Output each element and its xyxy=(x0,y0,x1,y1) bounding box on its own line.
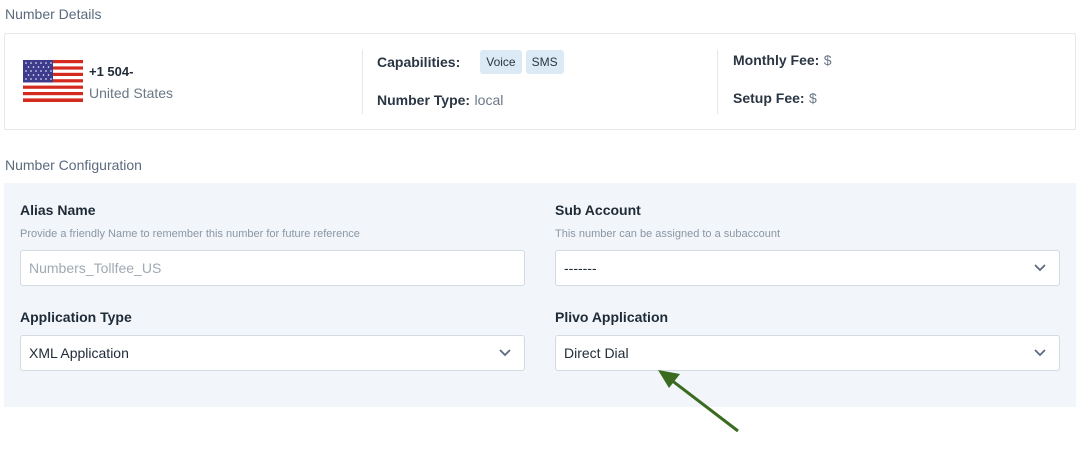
phone-number: +1 504- xyxy=(89,64,134,79)
setup-fee-value: $ xyxy=(809,90,817,106)
divider xyxy=(362,50,363,114)
chevron-down-icon xyxy=(499,349,511,357)
sub-account-help: This number can be assigned to a subacco… xyxy=(555,228,781,240)
number-type-row: Number Type: local xyxy=(377,92,503,110)
setup-fee-label: Setup Fee: xyxy=(733,90,805,106)
alias-name-placeholder: Numbers_Tollfee_US xyxy=(29,260,162,276)
monthly-fee-label: Monthly Fee: xyxy=(733,52,820,68)
monthly-fee-row: Monthly Fee: $ xyxy=(733,52,832,70)
sub-account-select[interactable]: ------- xyxy=(555,250,1060,286)
application-type-select[interactable]: XML Application xyxy=(20,335,525,371)
plivo-application-select[interactable]: Direct Dial xyxy=(555,335,1060,371)
number-configuration-panel xyxy=(4,183,1076,407)
number-type-value: local xyxy=(474,92,504,108)
number-details-title: Number Details xyxy=(5,6,102,22)
country-name: United States xyxy=(89,85,174,101)
capability-badge-voice: Voice xyxy=(480,50,522,74)
monthly-fee-value: $ xyxy=(823,52,832,68)
number-type-label: Number Type: xyxy=(377,92,471,108)
application-type-label: Application Type xyxy=(20,309,132,325)
alias-name-help: Provide a friendly Name to remember this… xyxy=(20,228,360,240)
capability-badge-sms: SMS xyxy=(525,50,564,74)
alias-name-input[interactable]: Numbers_Tollfee_US xyxy=(20,250,525,286)
annotation-arrow xyxy=(658,370,739,433)
sub-account-value: ------- xyxy=(564,260,597,276)
number-configuration-title: Number Configuration xyxy=(5,157,142,173)
plivo-application-label: Plivo Application xyxy=(555,309,669,325)
chevron-down-icon xyxy=(1034,264,1046,272)
setup-fee-row: Setup Fee: $ xyxy=(733,90,817,108)
divider xyxy=(717,50,718,114)
us-flag-icon xyxy=(23,60,83,102)
alias-name-label: Alias Name xyxy=(20,202,96,218)
plivo-application-value: Direct Dial xyxy=(564,345,629,361)
sub-account-label: Sub Account xyxy=(555,202,641,218)
capabilities-row: Capabilities: Voice SMS xyxy=(377,50,568,74)
number-details-card: +1 504- United States Capabilities: Voic… xyxy=(4,33,1076,130)
application-type-value: XML Application xyxy=(29,345,129,361)
chevron-down-icon xyxy=(1034,349,1046,357)
capabilities-label: Capabilities: xyxy=(377,54,461,70)
